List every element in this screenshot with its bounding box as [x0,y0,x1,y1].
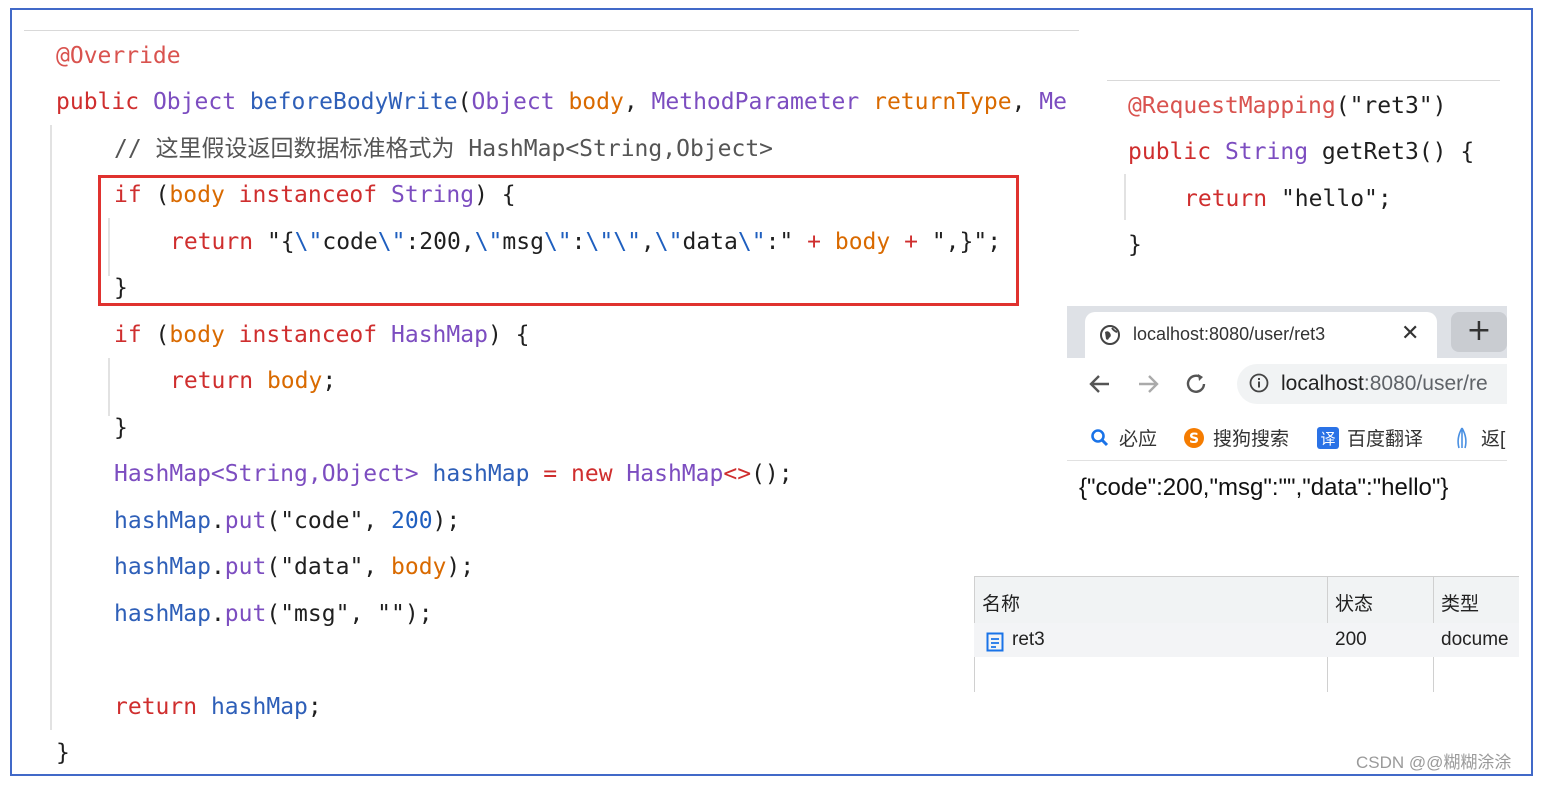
bookmark-return[interactable]: 返[ [1451,424,1505,451]
side-divider [1107,80,1500,81]
column-header-status[interactable]: 状态 [1335,589,1373,616]
return-hashmap-line: return hashMap; [114,694,322,720]
screenshot-frame: @Override public Object beforeBodyWrite(… [10,8,1533,776]
translate-icon: 译 [1317,427,1339,449]
column-header-name[interactable]: 名称 [982,589,1020,616]
network-panel: 名称 状态 类型 ret3 200 docume [974,576,1519,692]
indent-guide [1124,174,1126,220]
method-close-brace: } [56,740,70,766]
bookmark-sogou[interactable]: S 搜狗搜索 [1183,424,1289,451]
svg-text:S: S [1189,431,1199,447]
if-hashmap-line: if (body instanceof HashMap) { [114,322,530,348]
globe-icon [1100,325,1120,345]
top-divider [24,30,1079,31]
document-icon [986,632,1004,652]
request-type: docume [1441,629,1509,650]
tab-close-icon[interactable]: ✕ [1401,321,1419,346]
highlight-box [98,175,1019,306]
bookmarks-bar: 必应 S 搜狗搜索 译百度翻译 返[ [1067,410,1507,461]
method-signature: public Object beforeBodyWrite(Object bod… [56,89,1067,115]
bookmark-icon [1457,427,1467,449]
response-body-text: {"code":200,"msg":"","data":"hello"} [1079,474,1449,501]
info-icon[interactable] [1249,373,1269,393]
table-row[interactable]: ret3 200 docume [974,623,1519,657]
navigation-bar: localhost:8080/user/re [1067,358,1507,410]
put-data-line: hashMap.put("data", body); [114,554,475,580]
tab-title: localhost:8080/user/ret3 [1133,324,1326,344]
network-header [974,577,1519,624]
put-msg-line: hashMap.put("msg", ""); [114,601,433,627]
sogou-icon: S [1184,428,1204,448]
browser-tab[interactable]: localhost:8080/user/ret3 ✕ [1085,312,1437,358]
bookmark-baidu-translate[interactable]: 译百度翻译 [1317,424,1423,451]
request-status: 200 [1335,629,1367,650]
hashmap-declaration-line: HashMap<String,Object> hashMap = new Has… [114,461,793,487]
indent-guide [108,358,110,416]
back-arrow-icon[interactable] [1087,371,1113,397]
code-comment: // 这里假设返回数据标准格式为 HashMap<String,Object> [114,136,774,162]
address-bar[interactable]: localhost:8080/user/re [1237,364,1507,404]
override-annotation: @Override [56,43,181,69]
request-mapping-line: @RequestMapping("ret3") [1128,93,1447,119]
column-header-type[interactable]: 类型 [1441,589,1479,616]
browser-window: localhost:8080/user/ret3 ✕ + localhost:8… [1067,306,1507,526]
tab-strip: localhost:8080/user/ret3 ✕ + [1067,306,1507,358]
indent-guide [50,125,52,730]
request-name: ret3 [1012,629,1045,650]
getret3-signature: public String getRet3() { [1128,139,1475,165]
search-icon [1091,429,1109,447]
reload-icon[interactable] [1183,371,1209,397]
close-brace: } [114,415,128,441]
bookmark-bing[interactable]: 必应 [1089,424,1157,451]
forward-arrow-icon[interactable] [1135,371,1161,397]
new-tab-button[interactable]: + [1451,312,1507,352]
address-url: localhost:8080/user/re [1281,372,1488,395]
side-close-brace: } [1128,232,1142,258]
return-body-line: return body; [170,368,337,394]
svg-text:译: 译 [1320,430,1335,448]
return-hello-line: return "hello"; [1184,186,1392,212]
watermark: CSDN @@糊糊涂涂 [1356,753,1512,772]
put-code-line: hashMap.put("code", 200); [114,508,461,534]
